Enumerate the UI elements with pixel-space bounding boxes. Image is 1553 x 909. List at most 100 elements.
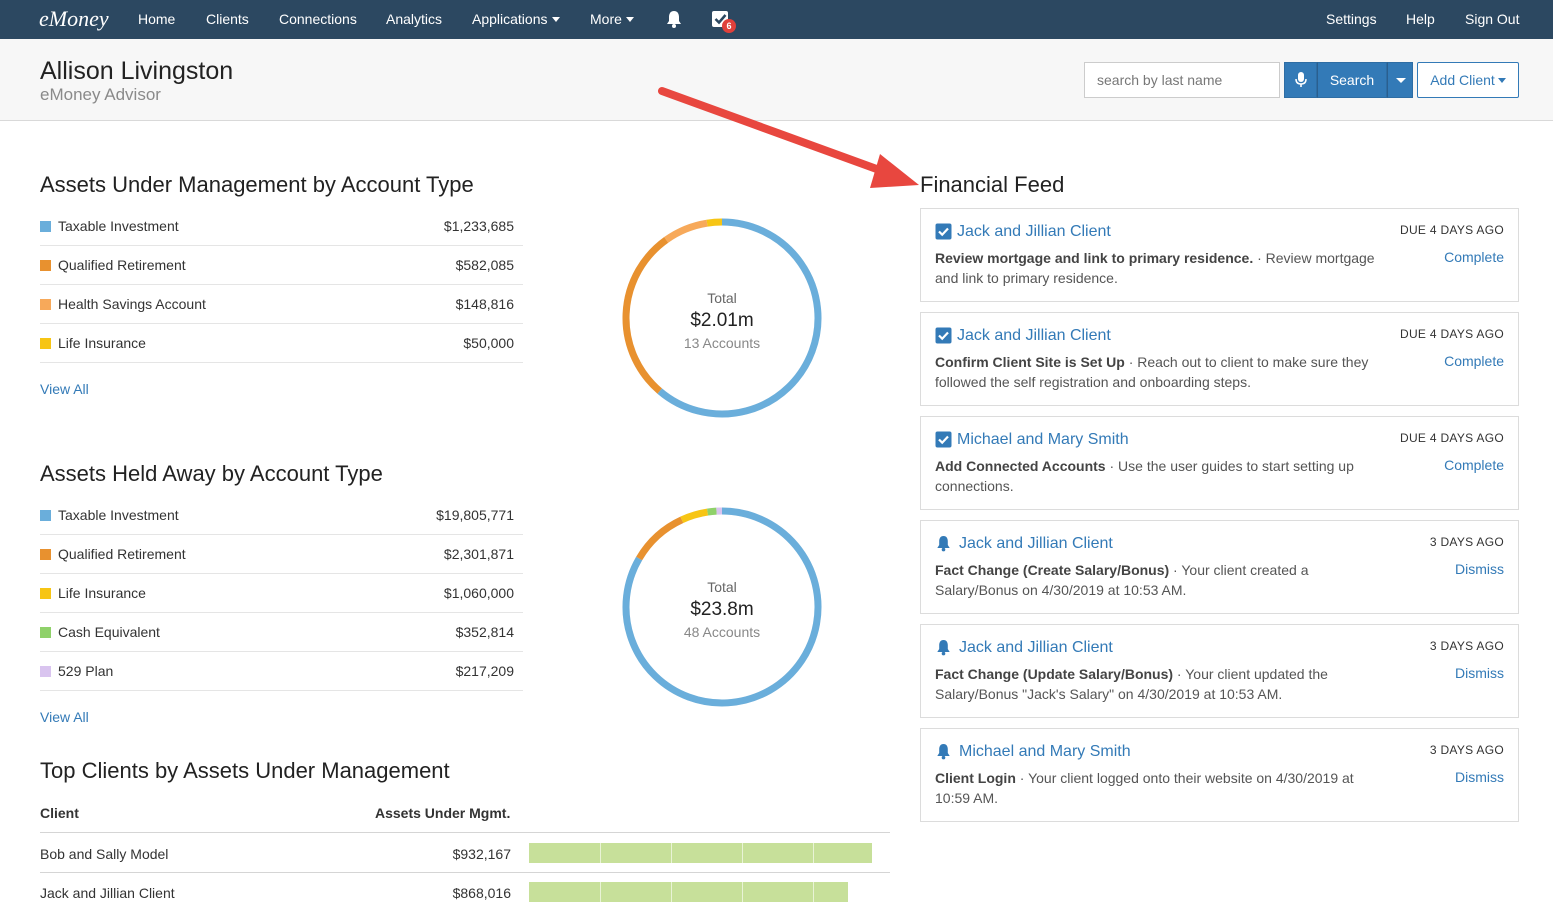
financial-feed-title: Financial Feed bbox=[920, 172, 1065, 197]
nav-applications[interactable]: Applications bbox=[472, 11, 560, 27]
feed-description: Add Connected Accounts · Use the user gu… bbox=[935, 456, 1375, 496]
account-type-name: Health Savings Account bbox=[58, 296, 206, 312]
advisor-name: Allison Livingston bbox=[40, 57, 234, 85]
feed-client-link[interactable]: Michael and Mary Smith bbox=[957, 431, 1129, 449]
held-away-account-count: 48 Accounts bbox=[683, 624, 761, 640]
feed-client-link[interactable]: Michael and Mary Smith bbox=[959, 743, 1131, 761]
checkbox-icon[interactable] bbox=[935, 223, 952, 240]
legend-swatch bbox=[40, 549, 51, 560]
bar-gridline bbox=[813, 843, 814, 863]
nav-home[interactable]: Home bbox=[138, 11, 175, 27]
account-type-value: $50,000 bbox=[463, 335, 514, 351]
bell-icon bbox=[935, 743, 952, 760]
top-clients-col-client: Client bbox=[40, 805, 79, 821]
voice-search-button[interactable] bbox=[1284, 62, 1317, 98]
feed-description: Fact Change (Update Salary/Bonus) · Your… bbox=[935, 664, 1375, 704]
donut-slice-life-insurance[interactable] bbox=[680, 508, 709, 524]
tasks-count-badge: 6 bbox=[722, 19, 736, 33]
notifications-bell-icon[interactable] bbox=[664, 9, 684, 29]
held-away-view-all-link[interactable]: View All bbox=[40, 709, 89, 725]
nav-help[interactable]: Help bbox=[1406, 11, 1435, 27]
table-row[interactable]: Jack and Jillian Client $868,016 bbox=[40, 873, 890, 909]
legend-row: Qualified Retirement $2,301,871 bbox=[40, 535, 523, 574]
search-options-dropdown[interactable] bbox=[1387, 62, 1413, 98]
dismiss-link[interactable]: Dismiss bbox=[1455, 561, 1504, 577]
legend-swatch bbox=[40, 338, 51, 349]
donut-slice-health-savings-account[interactable] bbox=[664, 219, 708, 243]
bar-gridline bbox=[813, 882, 814, 902]
held-away-total-label: Total bbox=[707, 579, 737, 595]
account-type-value: $1,233,685 bbox=[443, 218, 514, 234]
feed-client-link[interactable]: Jack and Jillian Client bbox=[959, 535, 1113, 553]
add-client-label: Add Client bbox=[1430, 72, 1495, 88]
nav-analytics[interactable]: Analytics bbox=[386, 11, 442, 27]
account-type-value: $582,085 bbox=[455, 257, 514, 273]
legend-swatch bbox=[40, 260, 51, 271]
top-navbar: eMoney Home Clients Connections Analytic… bbox=[0, 0, 1553, 39]
checkbox-icon[interactable] bbox=[935, 327, 952, 344]
bar-gridline bbox=[742, 882, 743, 902]
dismiss-link[interactable]: Dismiss bbox=[1455, 769, 1504, 785]
account-type-value: $2,301,871 bbox=[443, 546, 514, 562]
annotation-arrow bbox=[658, 87, 919, 188]
table-row[interactable]: Bob and Sally Model $932,167 bbox=[40, 834, 890, 873]
chevron-down-icon bbox=[625, 17, 634, 22]
legend-swatch bbox=[40, 221, 51, 232]
donut-slice-cash-equivalent[interactable] bbox=[707, 507, 717, 516]
feed-client-link[interactable]: Jack and Jillian Client bbox=[957, 223, 1111, 241]
feed-task-title: Review mortgage and link to primary resi… bbox=[935, 250, 1254, 266]
feed-due-date: DUE 4 DAYS AGO bbox=[1399, 327, 1504, 341]
legend-row: Cash Equivalent $352,814 bbox=[40, 613, 523, 652]
dismiss-link[interactable]: Dismiss bbox=[1455, 665, 1504, 681]
complete-link[interactable]: Complete bbox=[1444, 353, 1504, 369]
held-away-donut-center: Total $23.8m 48 Accounts bbox=[642, 579, 802, 640]
feed-due-date: DUE 4 DAYS AGO bbox=[1399, 223, 1504, 237]
nav-more-label: More bbox=[590, 11, 622, 27]
complete-link[interactable]: Complete bbox=[1444, 457, 1504, 473]
client-assets-value: $932,167 bbox=[452, 846, 511, 862]
feed-client-link[interactable]: Jack and Jillian Client bbox=[957, 327, 1111, 345]
legend-row: 529 Plan $217,209 bbox=[40, 652, 523, 691]
chevron-down-icon bbox=[551, 17, 560, 22]
aum-total-value: $2.01m bbox=[690, 310, 754, 331]
legend-swatch bbox=[40, 510, 51, 521]
account-type-name: Qualified Retirement bbox=[58, 257, 186, 273]
feed-item: Jack and Jillian Client DUE 4 DAYS AGO Con… bbox=[920, 312, 1519, 406]
client-search-input[interactable] bbox=[1084, 62, 1280, 98]
feed-client-link[interactable]: Jack and Jillian Client bbox=[959, 639, 1113, 657]
nav-connections[interactable]: Connections bbox=[279, 11, 357, 27]
aum-section-title: Assets Under Management by Account Type bbox=[40, 172, 474, 197]
held-away-total-value: $23.8m bbox=[690, 599, 754, 620]
account-type-value: $352,814 bbox=[455, 624, 514, 640]
complete-link[interactable]: Complete bbox=[1444, 249, 1504, 265]
feed-due-date: 3 DAYS AGO bbox=[1429, 535, 1504, 549]
aum-view-all-link[interactable]: View All bbox=[40, 381, 89, 397]
client-name[interactable]: Jack and Jillian Client bbox=[40, 885, 175, 901]
feed-item: Michael and Mary Smith DUE 4 DAYS AGO Add … bbox=[920, 416, 1519, 510]
donut-slice-life-insurance[interactable] bbox=[706, 218, 723, 227]
account-type-name: Life Insurance bbox=[58, 585, 146, 601]
top-clients-title: Top Clients by Assets Under Management bbox=[40, 758, 450, 783]
search-button[interactable]: Search bbox=[1317, 62, 1387, 98]
nav-settings[interactable]: Settings bbox=[1326, 11, 1377, 27]
chevron-down-icon bbox=[1497, 78, 1506, 83]
feed-task-title: Fact Change (Create Salary/Bonus) bbox=[935, 562, 1170, 578]
feed-task-title: Client Login bbox=[935, 770, 1016, 786]
feed-task-title: Fact Change (Update Salary/Bonus) bbox=[935, 666, 1174, 682]
top-clients-header-divider bbox=[40, 832, 890, 833]
nav-clients[interactable]: Clients bbox=[206, 11, 249, 27]
legend-row: Health Savings Account $148,816 bbox=[40, 285, 523, 324]
nav-applications-label: Applications bbox=[472, 11, 548, 27]
checkbox-icon[interactable] bbox=[935, 431, 952, 448]
feed-task-title: Add Connected Accounts bbox=[935, 458, 1106, 474]
nav-more[interactable]: More bbox=[590, 11, 634, 27]
legend-row: Taxable Investment $1,233,685 bbox=[40, 207, 523, 246]
emoney-logo[interactable]: eMoney bbox=[39, 6, 109, 32]
donut-slice-qualified-retirement[interactable] bbox=[636, 516, 684, 561]
add-client-button[interactable]: Add Client bbox=[1417, 62, 1519, 98]
legend-swatch bbox=[40, 627, 51, 638]
client-name[interactable]: Bob and Sally Model bbox=[40, 846, 168, 862]
account-type-name: Cash Equivalent bbox=[58, 624, 160, 640]
legend-row: Life Insurance $1,060,000 bbox=[40, 574, 523, 613]
nav-sign-out[interactable]: Sign Out bbox=[1465, 11, 1519, 27]
